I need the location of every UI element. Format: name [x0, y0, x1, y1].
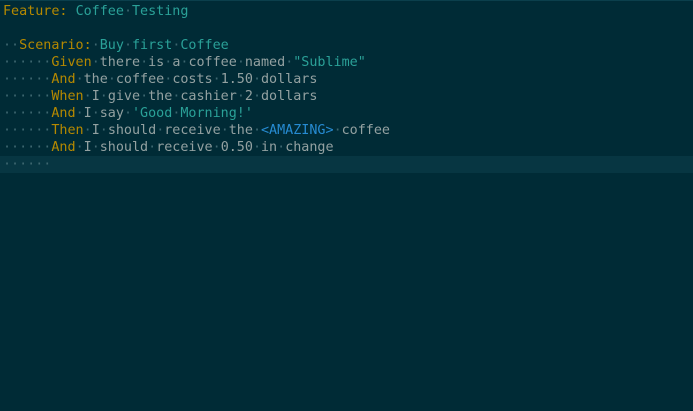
title-text: Testing — [132, 4, 189, 19]
step-text: the — [148, 89, 173, 104]
code-editor[interactable]: Feature: Coffee·Testing ··Scenario:·Buy·… — [0, 0, 693, 411]
step-text: I — [83, 106, 92, 121]
step-text: coffee — [188, 55, 237, 70]
step-text: the — [83, 72, 108, 87]
gherkin-keyword: Feature: — [3, 4, 68, 19]
step-keyword: Then — [51, 123, 84, 138]
step-text: change — [285, 140, 334, 155]
whitespace-marker: · — [123, 38, 132, 53]
whitespace-marker: · — [212, 72, 221, 87]
whitespace-marker: · — [123, 106, 132, 121]
whitespace-marker: ······ — [3, 106, 52, 121]
title-text: Coffee — [75, 4, 124, 19]
whitespace-marker: · — [99, 89, 108, 104]
gherkin-keyword: Scenario: — [19, 38, 92, 53]
whitespace-marker: · — [91, 38, 100, 53]
editor-current-line[interactable]: ······ — [0, 156, 693, 173]
whitespace-marker: ······ — [3, 55, 52, 70]
step-keyword: When — [51, 89, 84, 104]
step-keyword: And — [51, 140, 76, 155]
step-text: named — [244, 55, 286, 70]
whitespace-marker: · — [140, 89, 149, 104]
whitespace-marker: ······ — [3, 89, 52, 104]
whitespace-marker: · — [107, 72, 116, 87]
title-text: Coffee — [180, 38, 229, 53]
whitespace-marker: · — [99, 123, 108, 138]
step-text: cashier — [180, 89, 237, 104]
whitespace-marker: · — [236, 55, 245, 70]
whitespace-marker: ······ — [3, 157, 52, 172]
whitespace-marker: · — [277, 140, 286, 155]
whitespace-marker: · — [252, 140, 261, 155]
step-text: give — [107, 89, 141, 104]
whitespace-marker: · — [252, 123, 261, 138]
number-literal: 2 — [244, 89, 253, 104]
editor-line[interactable] — [0, 20, 693, 37]
whitespace-marker: · — [91, 55, 100, 70]
step-text: costs — [172, 72, 213, 87]
number-literal: 1.50 — [220, 72, 253, 87]
step-text: receive — [164, 123, 221, 138]
editor-line[interactable]: ······And·the·coffee·costs·1.50·dollars — [0, 71, 693, 88]
whitespace-marker: · — [75, 106, 84, 121]
whitespace-marker: · — [236, 89, 245, 104]
step-text: in — [261, 140, 278, 155]
whitespace-marker: ······ — [3, 72, 52, 87]
editor-lines: Feature: Coffee·Testing ··Scenario:·Buy·… — [0, 3, 693, 173]
step-text: should — [107, 123, 157, 138]
editor-line[interactable]: ······Given·there·is·a·coffee·named·"Sub… — [0, 54, 693, 71]
whitespace-marker: · — [252, 72, 261, 87]
whitespace-marker: · — [91, 140, 100, 155]
step-text: there — [99, 55, 141, 70]
whitespace-marker: · — [83, 89, 92, 104]
whitespace-marker: · — [75, 140, 84, 155]
whitespace-marker: · — [75, 72, 84, 87]
step-text: coffee — [115, 72, 165, 87]
whitespace-marker: · — [212, 140, 221, 155]
title-text: Buy — [99, 38, 124, 53]
step-text: should — [99, 140, 149, 155]
whitespace-marker: · — [148, 140, 157, 155]
whitespace-marker: · — [252, 89, 261, 104]
step-text: is — [148, 55, 165, 70]
whitespace-marker: ······ — [3, 140, 52, 155]
whitespace-marker — [68, 4, 76, 19]
step-text: I — [91, 123, 100, 138]
whitespace-marker: · — [333, 123, 342, 138]
step-text: I — [83, 140, 92, 155]
step-text: dollars — [261, 89, 318, 104]
editor-line[interactable]: ······When·I·give·the·cashier·2·dollars — [0, 88, 693, 105]
step-keyword: Given — [51, 55, 92, 70]
whitespace-marker: · — [220, 123, 229, 138]
editor-line[interactable]: ······And·I·should·receive·0.50·in·chang… — [0, 139, 693, 156]
step-text: the — [228, 123, 253, 138]
whitespace-marker: · — [140, 55, 149, 70]
string-literal: 'Good — [132, 106, 173, 121]
string-literal: Morning!' — [180, 106, 253, 121]
step-text: say — [99, 106, 124, 121]
whitespace-marker: · — [83, 123, 92, 138]
whitespace-marker: ·· — [3, 38, 20, 53]
editor-line[interactable]: ······And·I·say·'Good·Morning!' — [0, 105, 693, 122]
editor-line[interactable]: ······Then·I·should·receive·the·<AMAZING… — [0, 122, 693, 139]
step-keyword: And — [51, 72, 76, 87]
step-text: receive — [156, 140, 213, 155]
whitespace-marker: · — [91, 106, 100, 121]
step-text: I — [91, 89, 100, 104]
step-text: coffee — [341, 123, 390, 138]
step-text: dollars — [261, 72, 318, 87]
outline-parameter: <AMAZING> — [261, 123, 334, 138]
whitespace-marker: · — [123, 4, 132, 19]
string-literal: "Sublime" — [293, 55, 366, 70]
whitespace-marker: ······ — [3, 123, 52, 138]
number-literal: 0.50 — [220, 140, 253, 155]
title-text: first — [132, 38, 173, 53]
editor-line[interactable]: ··Scenario:·Buy·first·Coffee — [0, 37, 693, 54]
editor-line[interactable]: Feature: Coffee·Testing — [0, 3, 693, 20]
step-keyword: And — [51, 106, 76, 121]
